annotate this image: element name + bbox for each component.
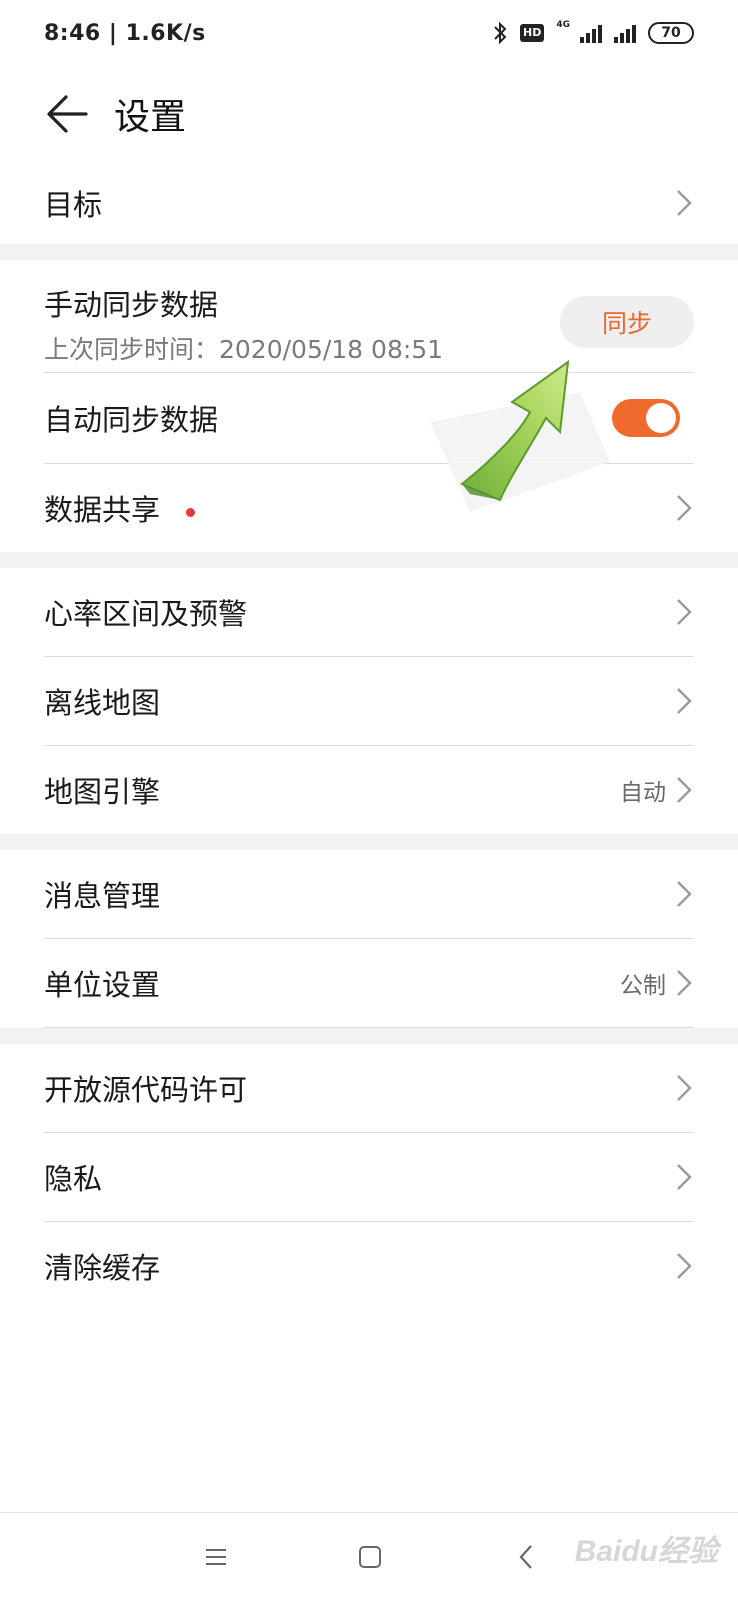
settings-row-clear-cache[interactable]: 清除缓存: [44, 1222, 694, 1310]
settings-row-goal[interactable]: 目标: [44, 162, 694, 244]
green-arrow-annotation: [430, 359, 610, 512]
settings-screen: 8:46 | 1.6K/s HD 4G 70 设置 目标 手动同步数据 上次同步…: [0, 0, 738, 1600]
hd-badge: HD: [520, 24, 545, 42]
row-label: 消息管理: [44, 879, 161, 913]
row-label-wrap: 数据共享: [44, 487, 196, 529]
row-label: 心率区间及预警: [44, 597, 248, 631]
baidu-watermark: Baidu经验: [574, 1535, 718, 1568]
chevron-right-icon: [674, 492, 694, 524]
status-time-speed: 8:46 | 1.6K/s: [44, 20, 206, 46]
row-label: 数据共享: [44, 493, 161, 527]
settings-row-privacy[interactable]: 隐私: [44, 1133, 694, 1221]
row-label: 离线地图: [44, 686, 161, 720]
section-separator: [0, 552, 738, 568]
status-icons: HD 4G 70: [492, 20, 694, 45]
battery-icon: 70: [648, 22, 694, 44]
row-label: 隐私: [44, 1162, 103, 1196]
settings-row-heart-rate[interactable]: 心率区间及预警: [44, 568, 694, 656]
signal-icon-2: [614, 23, 636, 43]
settings-row-open-source[interactable]: 开放源代码许可: [44, 1044, 694, 1132]
chevron-right-icon: [674, 685, 694, 717]
section-separator: [0, 1028, 738, 1044]
toggle-knob: [646, 403, 676, 433]
row-right: 公制: [620, 966, 694, 1000]
row-label: 目标: [44, 188, 103, 222]
chevron-right-icon: [674, 1250, 694, 1282]
page-title: 设置: [114, 97, 187, 138]
bluetooth-icon: [492, 21, 508, 45]
settings-row-map-engine[interactable]: 地图引擎 自动: [44, 746, 694, 834]
settings-row-offline-map[interactable]: 离线地图: [44, 657, 694, 745]
row-label: 开放源代码许可: [44, 1073, 248, 1107]
home-icon[interactable]: [350, 1537, 390, 1577]
back-arrow-icon[interactable]: [44, 90, 92, 138]
menu-icon[interactable]: [196, 1537, 236, 1577]
sync-button[interactable]: 同步: [560, 296, 694, 348]
back-icon[interactable]: [506, 1537, 546, 1577]
status-bar: 8:46 | 1.6K/s HD 4G 70: [0, 0, 738, 66]
row-label: 自动同步数据: [44, 403, 219, 437]
network-type: 4G: [556, 20, 570, 30]
chevron-right-icon: [674, 774, 694, 806]
row-label: 单位设置: [44, 968, 161, 1002]
settings-row-message-mgmt[interactable]: 消息管理: [44, 850, 694, 938]
last-sync-time: 上次同步时间：2020/05/18 08:51: [44, 335, 444, 364]
settings-row-unit[interactable]: 单位设置 公制: [44, 939, 694, 1027]
signal-icon: [580, 23, 602, 43]
row-label: 地图引擎: [44, 775, 161, 809]
chevron-right-icon: [674, 1161, 694, 1193]
app-header: 设置: [0, 66, 738, 162]
row-value: 自动: [620, 780, 666, 806]
manual-sync-title: 手动同步数据: [44, 288, 219, 322]
chevron-right-icon: [674, 1072, 694, 1104]
chevron-right-icon: [674, 967, 694, 999]
chevron-right-icon: [674, 187, 694, 219]
row-value: 公制: [620, 973, 666, 999]
section-separator: [0, 244, 738, 260]
section-separator: [0, 834, 738, 850]
row-right: 自动: [620, 773, 694, 807]
chevron-right-icon: [674, 878, 694, 910]
notification-dot: [186, 507, 196, 517]
chevron-right-icon: [674, 596, 694, 628]
auto-sync-toggle[interactable]: [612, 399, 680, 437]
row-label: 清除缓存: [44, 1251, 161, 1285]
